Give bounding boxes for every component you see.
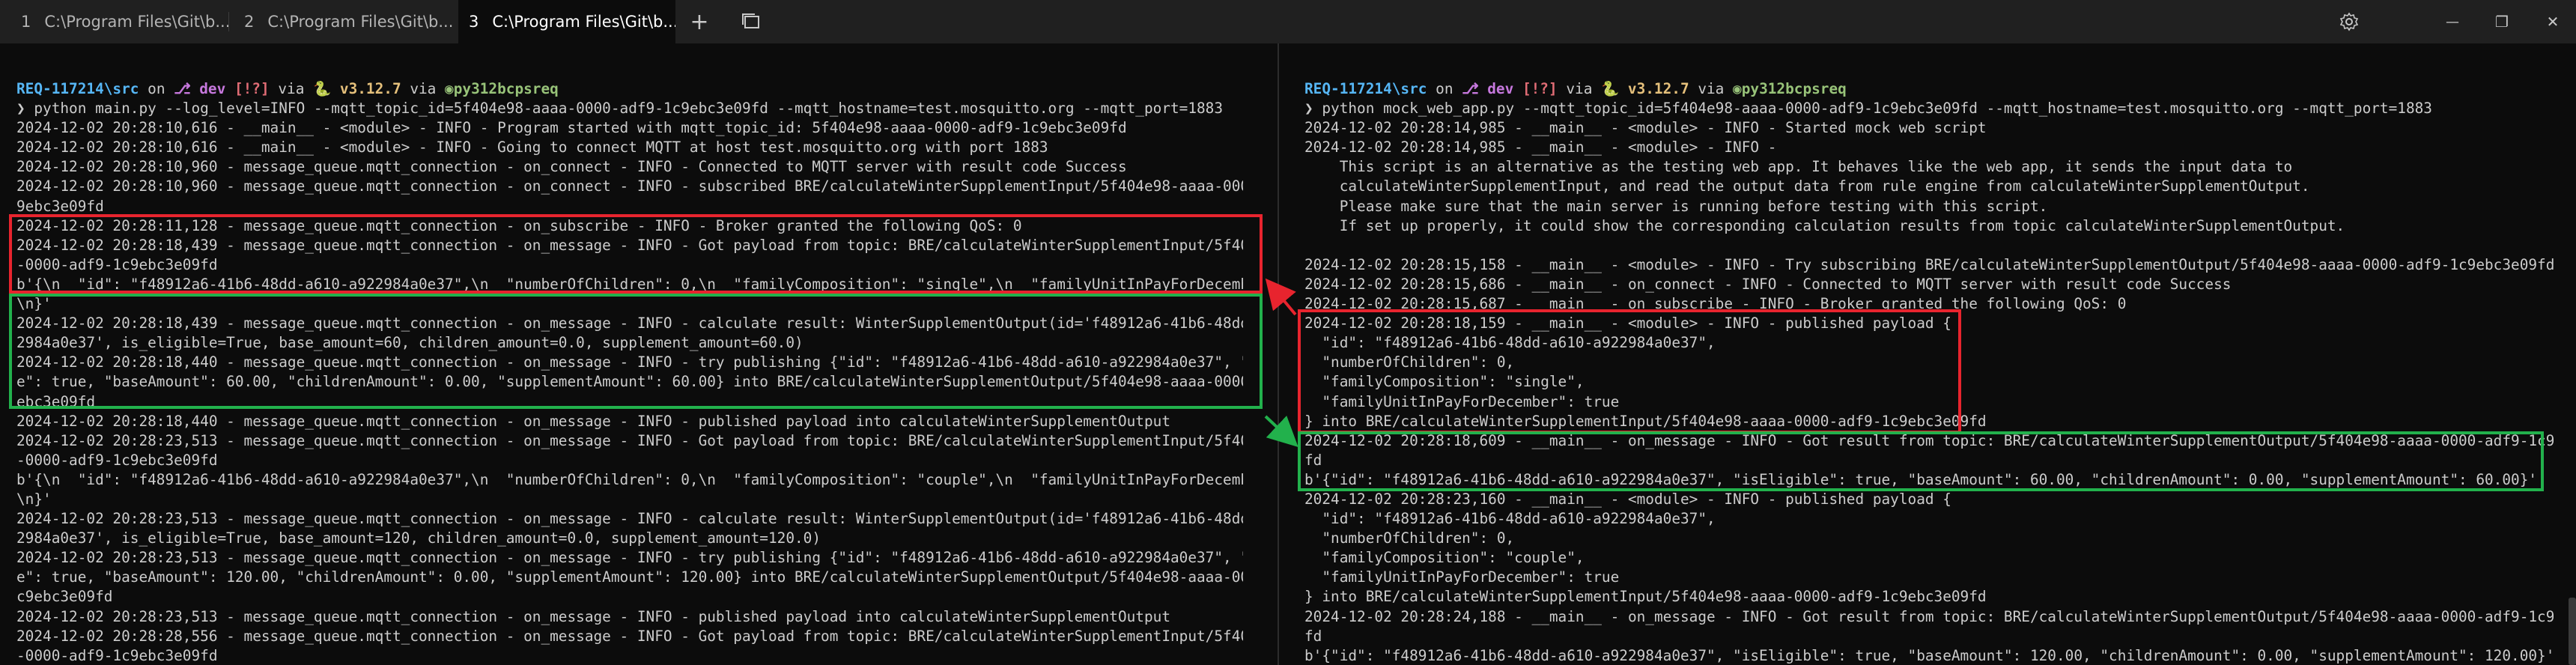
- log-line: 2024-12-02 20:28:14,985 - __main__ - <mo…: [1304, 139, 1777, 157]
- virtualenv-name: py312bcpsreq: [1741, 80, 1847, 97]
- log-line: 2024-12-02 20:28:14,985 - __main__ - <mo…: [1304, 119, 1987, 137]
- prompt-via: via: [1566, 80, 1593, 97]
- log-line: "familyUnitInPayForDecember": true: [1304, 568, 1620, 586]
- log-line: b'{\n "id": "f48912a6-41b6-48dd-a610-a92…: [16, 470, 1243, 488]
- python-icon: 🐍: [1601, 80, 1620, 97]
- tab-dropdown-icon[interactable]: [736, 7, 766, 37]
- tab-title: C:\Program Files\Git\b...: [44, 13, 228, 31]
- annotation-box-green-left: [9, 294, 1263, 409]
- tab-bar: 1 C:\Program Files\Git\b... 2 C:\Program…: [0, 0, 2576, 43]
- log-line: \n}': [16, 490, 52, 508]
- log-line: 2984a0e37', is_eligible=True, base_amoun…: [16, 529, 821, 547]
- log-line: 2024-12-02 20:28:10,960 - message_queue.…: [16, 177, 1243, 195]
- tab-number: 2: [244, 13, 255, 31]
- log-line: 2024-12-02 20:28:23,160 - __main__ - <mo…: [1304, 490, 1951, 508]
- git-status: [!?]: [1522, 80, 1558, 97]
- settings-gear-icon[interactable]: [2334, 7, 2364, 37]
- minimize-button[interactable]: —: [2437, 7, 2467, 37]
- log-line: 2024-12-02 20:28:28,556 - message_queue.…: [16, 627, 1243, 645]
- git-branch-icon: ⎇: [174, 80, 191, 97]
- log-line: 2024-12-02 20:28:23,513 - message_queue.…: [16, 607, 1170, 625]
- log-line: 9ebc3e09fd: [16, 197, 104, 215]
- log-line: fd: [1304, 627, 1322, 645]
- log-line: -0000-adf9-1c9ebc3e09fd: [16, 646, 218, 664]
- log-line: Please make sure that the main server is…: [1304, 197, 2048, 215]
- command-line: ❯ python main.py --log_level=INFO --mqtt…: [16, 100, 1224, 118]
- log-line: 2024-12-02 20:28:24,188 - __main__ - on_…: [1304, 607, 2554, 625]
- log-line: calculateWinterSupplementInput, and read…: [1304, 177, 2310, 195]
- tab-3[interactable]: 3 C:\Program Files\Git\b...: [458, 0, 675, 43]
- git-branch: dev: [199, 80, 226, 97]
- prompt-directory: REQ-117214\src: [1304, 80, 1427, 97]
- log-line: 2024-12-02 20:28:23,513 - message_queue.…: [16, 431, 1243, 449]
- prompt-via: via: [410, 80, 437, 97]
- log-line: 2024-12-02 20:28:10,960 - message_queue.…: [16, 158, 1127, 176]
- prompt-via: via: [1698, 80, 1725, 97]
- maximize-button[interactable]: ❐: [2487, 7, 2517, 37]
- python-version: v3.12.7: [339, 80, 401, 97]
- log-line: 2024-12-02 20:28:10,616 - __main__ - <mo…: [16, 139, 1048, 157]
- annotation-box-red-right: [1298, 309, 1961, 434]
- git-branch: dev: [1487, 80, 1514, 97]
- git-branch-icon: ⎇: [1462, 80, 1479, 97]
- log-line: 2024-12-02 20:28:23,513 - message_queue.…: [16, 549, 1243, 567]
- python-version: v3.12.7: [1627, 80, 1689, 97]
- tab-number: 3: [469, 13, 479, 31]
- tab-2[interactable]: 2 C:\Program Files\Git\b...: [229, 0, 458, 43]
- annotation-box-red-left: [9, 214, 1263, 294]
- command-line: ❯ python mock_web_app.py --mqtt_topic_id…: [1304, 100, 2432, 118]
- log-line: c9ebc3e09fd: [16, 588, 113, 606]
- tab-title: C:\Program Files\Git\b...: [267, 13, 454, 31]
- close-button[interactable]: ✕: [2538, 7, 2568, 37]
- log-line: 2024-12-02 20:28:15,158 - __main__ - <mo…: [1304, 255, 2554, 273]
- tab-number: 1: [21, 13, 31, 31]
- venv-icon: ◉: [1733, 80, 1742, 97]
- prompt-line: REQ-117214\src on ⎇ dev [!?] via 🐍 v3.12…: [1304, 79, 2554, 99]
- annotation-box-green-right: [1298, 431, 2544, 491]
- prompt-via: via: [278, 80, 305, 97]
- log-line: 2024-12-02 20:28:23,513 - message_queue.…: [16, 510, 1243, 528]
- log-line: This script is an alternative as the tes…: [1304, 158, 2293, 176]
- log-line: If set up properly, it could show the co…: [1304, 216, 2345, 234]
- scrollbar-thumb[interactable]: [2569, 598, 2576, 665]
- prompt-on: on: [1436, 80, 1453, 97]
- venv-icon: ◉: [445, 80, 454, 97]
- log-line: } into BRE/calculateWinterSupplementInpu…: [1304, 588, 1987, 606]
- prompt-directory: REQ-117214\src: [16, 80, 139, 97]
- pane-divider[interactable]: [1266, 43, 1291, 665]
- log-line: b'{"id": "f48912a6-41b6-48dd-a610-a92298…: [1304, 646, 2554, 664]
- tab-1[interactable]: 1 C:\Program Files\Git\b...: [0, 0, 228, 43]
- new-tab-button[interactable]: +: [684, 7, 714, 37]
- log-line: -0000-adf9-1c9ebc3e09fd: [16, 451, 218, 469]
- log-line: e": true, "baseAmount": 120.00, "childre…: [16, 568, 1243, 586]
- virtualenv-name: py312bcpsreq: [453, 80, 559, 97]
- log-line: 2024-12-02 20:28:10,616 - __main__ - <mo…: [16, 119, 1127, 137]
- log-line: 2024-12-02 20:28:15,686 - __main__ - on_…: [1304, 275, 2232, 293]
- python-icon: 🐍: [313, 80, 332, 97]
- log-line: 2024-12-02 20:28:18,440 - message_queue.…: [16, 412, 1170, 430]
- log-line: "id": "f48912a6-41b6-48dd-a610-a922984a0…: [1304, 510, 1716, 528]
- log-line: "numberOfChildren": 0,: [1304, 529, 1515, 547]
- tab-title: C:\Program Files\Git\b...: [492, 13, 675, 31]
- log-line: "familyComposition": "couple",: [1304, 549, 1585, 567]
- git-status: [!?]: [234, 80, 270, 97]
- prompt-line: REQ-117214\src on ⎇ dev [!?] via 🐍 v3.12…: [16, 79, 1243, 99]
- prompt-on: on: [148, 80, 165, 97]
